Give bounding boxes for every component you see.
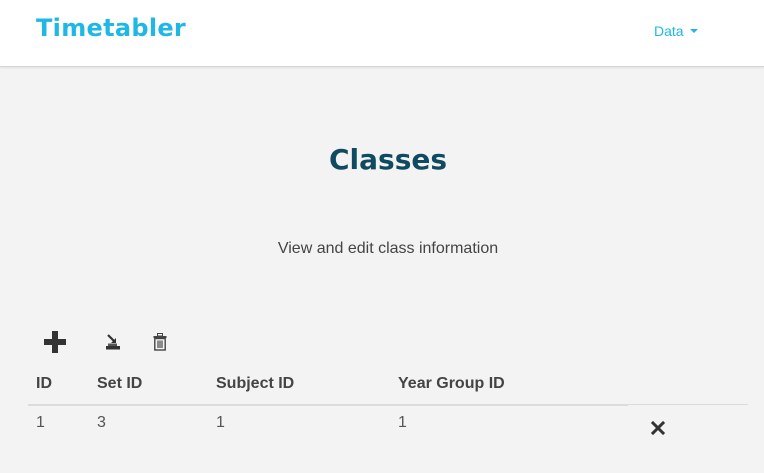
table-header: ID Set ID Subject ID Year Group ID (28, 370, 748, 406)
page-subtitle: View and edit class information (277, 240, 499, 257)
close-icon (650, 420, 666, 436)
data-menu-dropdown[interactable]: Data (654, 23, 698, 39)
table-row[interactable]: 1 3 1 1 (28, 405, 748, 445)
cell-subject-id[interactable]: 1 (216, 414, 225, 432)
add-class-button[interactable] (42, 328, 68, 356)
page-title: Classes (328, 143, 448, 176)
caret-down-icon (689, 29, 698, 33)
import-icon (106, 334, 120, 350)
import-button[interactable] (104, 332, 122, 352)
cell-id[interactable]: 1 (36, 414, 45, 432)
delete-row-button[interactable] (650, 420, 667, 437)
trash-icon (153, 333, 167, 351)
column-header-subject-id[interactable]: Subject ID (216, 375, 294, 393)
cell-year-group-id[interactable]: 1 (398, 414, 407, 432)
delete-button[interactable] (152, 332, 168, 352)
brand-logo[interactable]: Timetabler (36, 14, 186, 42)
cell-set-id[interactable]: 3 (97, 414, 106, 432)
column-header-year-group-id[interactable]: Year Group ID (398, 375, 505, 393)
column-header-set-id[interactable]: Set ID (97, 375, 142, 393)
navbar: Timetabler Data (0, 0, 764, 67)
classes-table: ID Set ID Subject ID Year Group ID 1 3 1… (28, 370, 748, 445)
plus-icon (44, 331, 66, 353)
data-menu-label: Data (654, 23, 684, 39)
column-header-id[interactable]: ID (36, 375, 52, 393)
